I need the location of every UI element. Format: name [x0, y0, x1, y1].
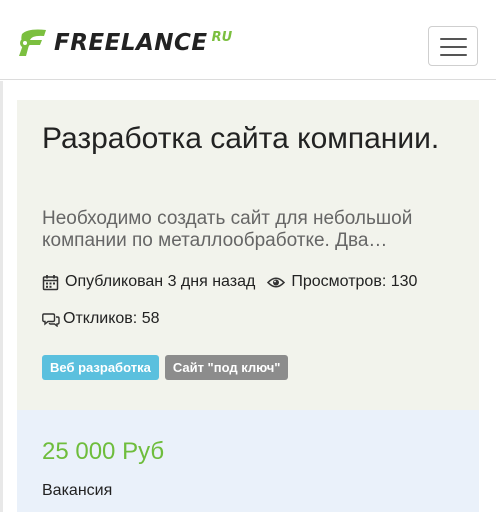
eye-icon: [267, 276, 286, 288]
job-type: Вакансия: [42, 482, 113, 499]
hamburger-menu-icon: [440, 38, 467, 40]
project-price: 25 000 Руб: [42, 438, 165, 465]
hamburger-menu-icon: [440, 46, 467, 48]
views-info: Просмотров: 130: [267, 273, 417, 291]
project-meta-row: Опубликован 3 дня назад Просмотров: 130: [42, 273, 417, 291]
project-card: Разработка сайта компании. Необходимо со…: [17, 100, 479, 410]
menu-toggle-button[interactable]: [428, 26, 478, 66]
published-info: Опубликован 3 дня назад: [42, 273, 255, 291]
views-text: Просмотров: 130: [291, 273, 418, 290]
comments-icon: [42, 312, 60, 327]
hamburger-menu-icon: [440, 54, 467, 56]
logo-mark-icon: [19, 29, 46, 56]
side-strip: [0, 81, 3, 512]
project-description: Необходимо создать сайт для небольшой ко…: [42, 208, 413, 251]
published-text: Опубликован 3 дня назад: [65, 273, 256, 290]
project-title[interactable]: Разработка сайта компании.: [42, 120, 462, 158]
tag-web-development[interactable]: Веб разработка: [42, 355, 159, 380]
logo-suffix: RU: [211, 30, 233, 45]
price-card: 25 000 Руб Вакансия: [17, 410, 479, 512]
site-logo[interactable]: FREELANCE RU: [18, 28, 232, 60]
calendar-icon: [42, 274, 59, 290]
responses-row: Откликов: 58: [42, 310, 160, 328]
site-header: FREELANCE RU: [0, 0, 496, 80]
responses-text: Откликов: 58: [63, 310, 160, 327]
logo-text: FREELANCE: [54, 30, 208, 56]
project-tags: Веб разработка Сайт "под ключ": [42, 355, 294, 380]
tag-turnkey-site[interactable]: Сайт "под ключ": [164, 355, 289, 380]
responses-info: Откликов: 58: [42, 310, 160, 328]
